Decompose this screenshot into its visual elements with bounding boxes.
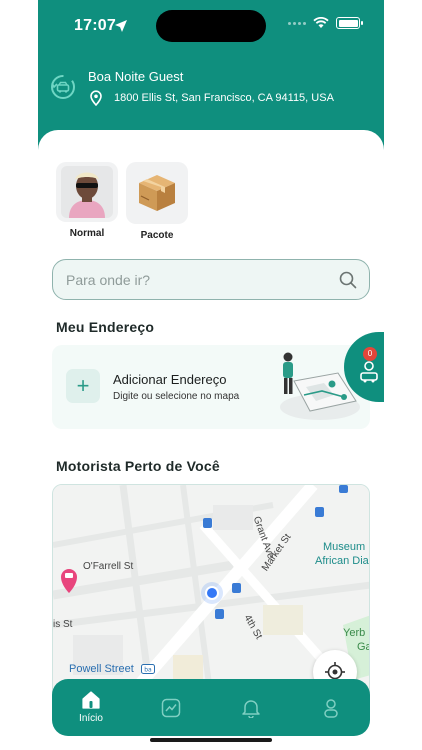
notification-count-badge: 0 [363,347,377,361]
battery-icon [336,17,363,29]
status-time: 17:07 [74,17,116,34]
map-label-museum: Museum [323,541,366,553]
svg-text:ba: ba [144,667,152,674]
home-icon [82,691,100,709]
tab-profile[interactable] [301,679,361,736]
current-address[interactable]: 1800 Ellis St, San Francisco, CA 94115, … [114,92,334,104]
map-label-ofarrell: O'Farrell St [83,561,134,572]
map-label-yerba: Yerb [343,627,366,639]
search-input[interactable]: Para onde ir? [52,259,370,300]
map-label-african: African Dia [315,555,369,567]
add-address-title: Adicionar Endereço [113,372,227,387]
service-normal-label: Normal [69,228,105,239]
tab-notifications[interactable] [221,679,281,736]
service-normal[interactable]: Normal [56,162,118,239]
app-screen: 17:07 Boa Noite Guest 1800 Ellis St, San… [38,0,384,750]
service-normal-image [56,162,118,222]
service-pacote-label: Pacote [140,230,174,241]
map-label-gardens: Ga [357,641,369,653]
greeting-text: Boa Noite Guest [88,69,184,84]
driver-avatar-icon [61,166,113,218]
map-label-ellis: is St [53,619,73,630]
search-placeholder: Para onde ir? [66,272,151,288]
add-address-subtitle: Digite ou selecione no mapa [113,391,240,402]
tab-home[interactable]: Início [61,679,121,736]
transit-icon: ba [141,664,155,674]
tab-home-label: Início [79,713,103,724]
driver-notification-icon [360,361,378,383]
add-address-card[interactable]: + Adicionar Endereço Digite ou selecione… [52,345,370,429]
plus-icon[interactable]: + [66,369,100,403]
wifi-icon [313,17,329,28]
home-indicator [150,738,272,742]
service-pacote[interactable]: Pacote [126,162,188,241]
my-address-title: Meu Endereço [56,319,155,335]
bottom-tab-bar: Início [52,679,370,736]
nearby-driver-title: Motorista Perto de Você [56,458,220,474]
tab-activity[interactable] [141,679,201,736]
map-pin-icon [90,90,102,106]
package-box-icon [139,175,175,211]
status-indicators [288,17,363,29]
user-icon [324,699,338,718]
map-label-powell: Powell Street [69,663,134,675]
chart-icon [161,698,181,718]
bell-icon [242,700,260,718]
car-refresh-icon [51,75,75,99]
dynamic-island [156,10,266,42]
location-arrow-icon [115,20,127,32]
service-pacote-image [126,162,188,224]
cellular-signal-icon [288,21,306,25]
search-icon[interactable] [339,271,357,289]
